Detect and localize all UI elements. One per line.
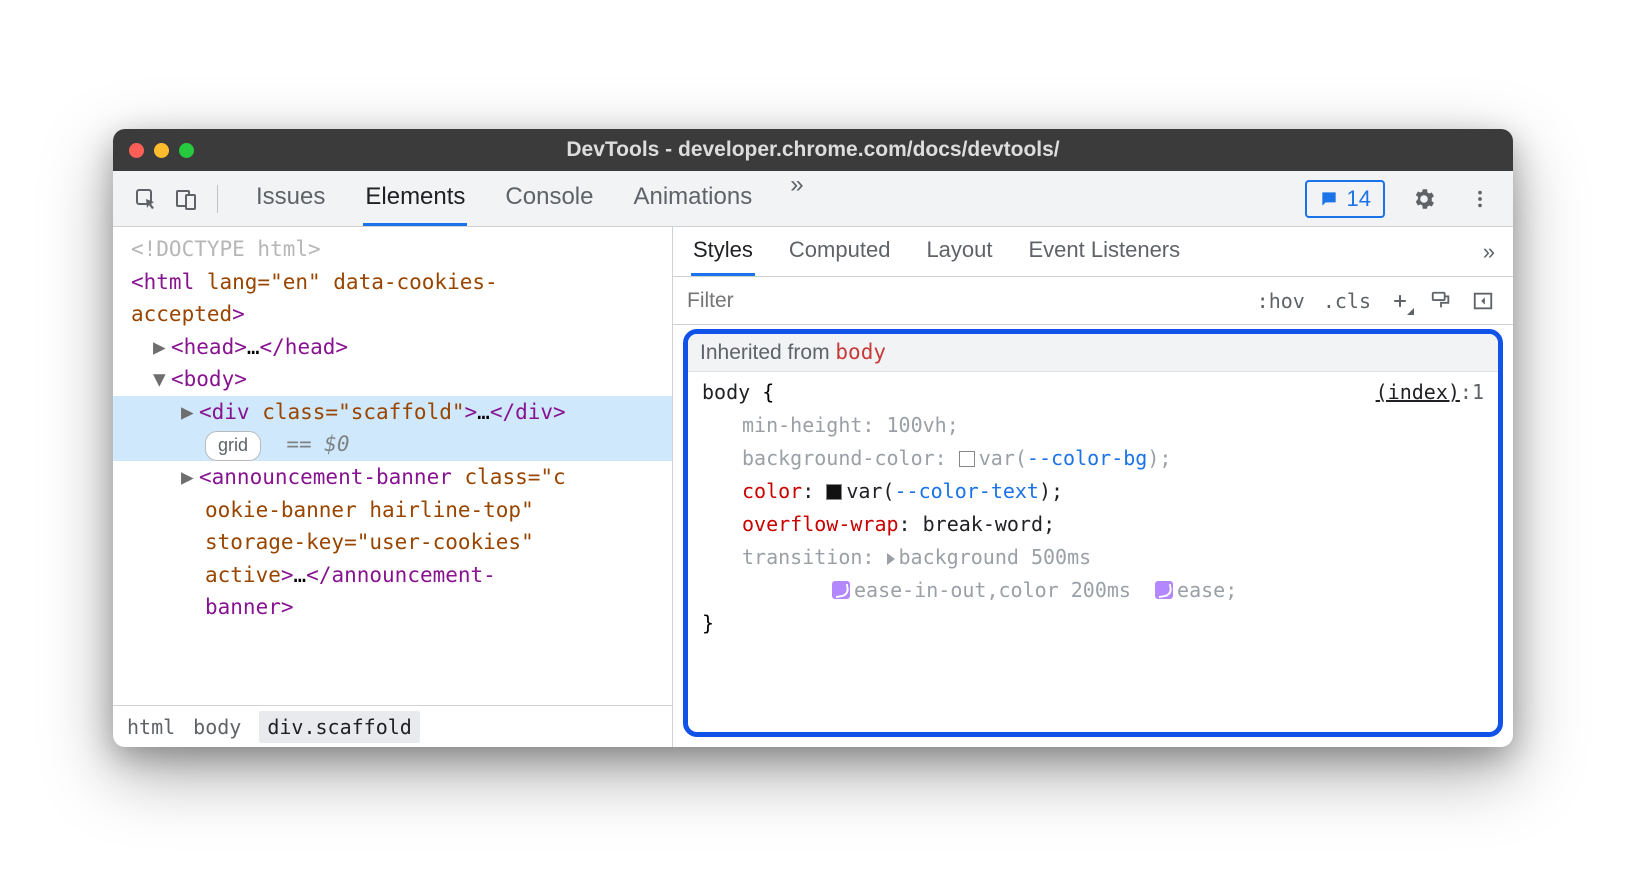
dom-tree[interactable]: <!DOCTYPE html> <html lang="en" data-coo… bbox=[113, 227, 672, 705]
rule-close-brace: } bbox=[702, 607, 1484, 640]
filter-row: :hov .cls bbox=[673, 277, 1513, 325]
chat-icon bbox=[1319, 189, 1339, 209]
more-tabs-icon[interactable]: » bbox=[790, 171, 803, 226]
tab-console[interactable]: Console bbox=[503, 171, 595, 226]
styles-panel: Styles Computed Layout Event Listeners »… bbox=[673, 227, 1513, 747]
crumb-html[interactable]: html bbox=[127, 715, 175, 739]
settings-icon[interactable] bbox=[1407, 182, 1441, 216]
dom-doctype[interactable]: <!DOCTYPE html> bbox=[131, 233, 664, 266]
issues-count: 14 bbox=[1347, 186, 1371, 212]
css-rule[interactable]: body { (index):1 min-height: 100vh; back… bbox=[688, 372, 1498, 648]
main-toolbar: Issues Elements Console Animations » 14 bbox=[113, 171, 1513, 227]
decl-transition-cont[interactable]: ease-in-out,color 200ms ease; bbox=[702, 574, 1484, 607]
expand-shorthand-icon[interactable] bbox=[887, 553, 895, 565]
separator bbox=[217, 185, 218, 213]
toolbar-right: 14 bbox=[1305, 180, 1497, 218]
sub-tab-styles[interactable]: Styles bbox=[691, 227, 755, 276]
crumb-scaffold[interactable]: div.scaffold bbox=[259, 711, 420, 743]
cubic-bezier-icon[interactable] bbox=[1155, 581, 1173, 599]
decl-transition[interactable]: transition: background 500ms bbox=[702, 541, 1484, 574]
new-style-rule-icon[interactable] bbox=[1389, 290, 1411, 312]
minimize-window-icon[interactable] bbox=[154, 143, 169, 158]
sub-tab-event-listeners[interactable]: Event Listeners bbox=[1027, 227, 1183, 276]
more-sub-tabs-icon[interactable]: » bbox=[1483, 239, 1495, 265]
kebab-menu-icon[interactable] bbox=[1463, 182, 1497, 216]
styles-rule-highlight: Inherited from body body { (index):1 min… bbox=[683, 329, 1503, 737]
hov-toggle[interactable]: :hov bbox=[1257, 289, 1305, 313]
styles-sub-tabs: Styles Computed Layout Event Listeners » bbox=[673, 227, 1513, 277]
dom-announcement-banner[interactable]: ▶<announcement-banner class="c bbox=[131, 461, 664, 494]
crumb-body[interactable]: body bbox=[193, 715, 241, 739]
breadcrumb: html body div.scaffold bbox=[113, 705, 672, 747]
main-tabs: Issues Elements Console Animations » bbox=[254, 171, 1287, 226]
sub-tab-layout[interactable]: Layout bbox=[924, 227, 994, 276]
color-swatch-icon[interactable] bbox=[959, 451, 975, 467]
styles-filter-input[interactable] bbox=[673, 289, 1239, 313]
grid-badge[interactable]: grid bbox=[205, 431, 261, 461]
cubic-bezier-icon[interactable] bbox=[832, 581, 850, 599]
dom-html-open[interactable]: <html lang="en" data-cookies- bbox=[131, 266, 664, 299]
zoom-window-icon[interactable] bbox=[179, 143, 194, 158]
dom-body-open[interactable]: ▼<body> bbox=[131, 363, 664, 396]
decl-overflow-wrap[interactable]: overflow-wrap: break-word; bbox=[702, 508, 1484, 541]
tab-animations[interactable]: Animations bbox=[631, 171, 754, 226]
paint-icon[interactable] bbox=[1429, 289, 1453, 313]
issues-badge[interactable]: 14 bbox=[1305, 180, 1385, 218]
inherited-from-header: Inherited from body bbox=[688, 334, 1498, 372]
titlebar: DevTools - developer.chrome.com/docs/dev… bbox=[113, 129, 1513, 171]
tab-issues[interactable]: Issues bbox=[254, 171, 327, 226]
devtools-window: DevTools - developer.chrome.com/docs/dev… bbox=[113, 129, 1513, 747]
tab-elements[interactable]: Elements bbox=[363, 171, 467, 226]
rule-source[interactable]: (index):1 bbox=[1376, 376, 1484, 409]
window-title: DevTools - developer.chrome.com/docs/dev… bbox=[113, 138, 1513, 162]
sub-tab-computed[interactable]: Computed bbox=[787, 227, 893, 276]
cls-toggle[interactable]: .cls bbox=[1323, 289, 1371, 313]
dom-selected-node[interactable]: ⋯ ▶<div class="scaffold">…</div> grid ==… bbox=[113, 396, 672, 461]
color-swatch-icon[interactable] bbox=[826, 484, 842, 500]
decl-color[interactable]: color: var(--color-text); bbox=[702, 475, 1484, 508]
decl-background-color[interactable]: background-color: var(--color-bg); bbox=[702, 442, 1484, 475]
panels-body: <!DOCTYPE html> <html lang="en" data-coo… bbox=[113, 227, 1513, 747]
decl-min-height[interactable]: min-height: 100vh; bbox=[702, 409, 1484, 442]
device-toggle-icon[interactable] bbox=[169, 182, 203, 216]
dom-head[interactable]: ▶<head>…</head> bbox=[131, 331, 664, 364]
filter-tools: :hov .cls bbox=[1239, 289, 1513, 313]
traffic-lights bbox=[129, 143, 194, 158]
dom-panel: <!DOCTYPE html> <html lang="en" data-coo… bbox=[113, 227, 673, 747]
inspect-element-icon[interactable] bbox=[129, 182, 163, 216]
console-ref: == $0 bbox=[286, 432, 349, 456]
close-window-icon[interactable] bbox=[129, 143, 144, 158]
rule-selector[interactable]: body bbox=[702, 380, 750, 404]
dom-html-open2[interactable]: accepted> bbox=[131, 298, 664, 331]
computed-toggle-icon[interactable] bbox=[1471, 289, 1495, 313]
